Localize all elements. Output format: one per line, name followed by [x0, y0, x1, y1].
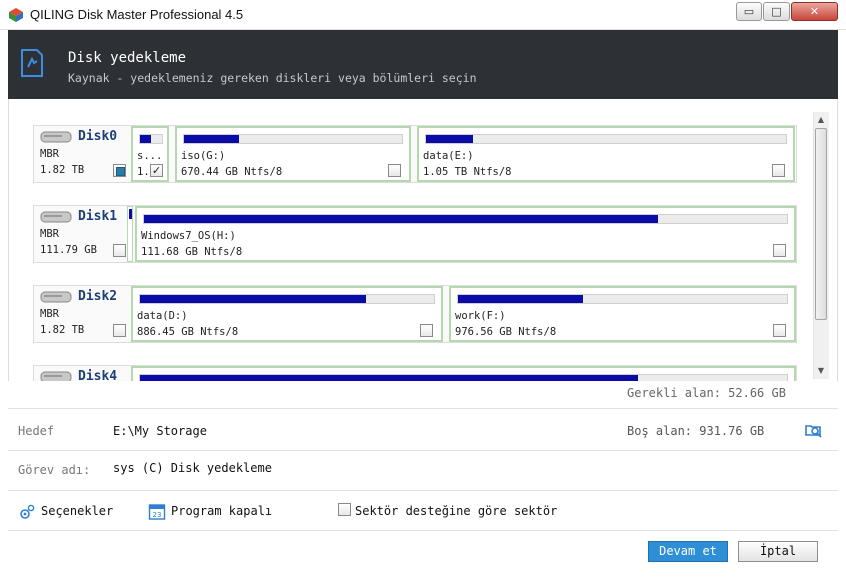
divider: [8, 490, 838, 491]
partition-name: data(E:): [423, 150, 474, 162]
usage-fill: [144, 215, 659, 223]
maximize-button[interactable]: □: [763, 2, 790, 21]
divider: [8, 408, 838, 409]
svg-text:23: 23: [153, 511, 162, 519]
usage-bar: [183, 134, 403, 144]
disk-row[interactable]: Disk0 MBR 1.82 TB s... 1. ✓ iso(G:) 670.…: [33, 125, 797, 183]
next-button[interactable]: Devam et: [648, 541, 728, 562]
hard-disk-icon: [40, 291, 72, 303]
partition-name: work(F:): [455, 310, 506, 322]
schedule-link[interactable]: Program kapalı: [171, 504, 272, 518]
disk-row[interactable]: Disk1 MBR 111.79 GB Windows7_OS(H:) 111.…: [33, 205, 797, 263]
task-name-input[interactable]: sys (C) Disk yedekleme: [113, 461, 272, 475]
browse-folder-icon[interactable]: [804, 421, 822, 439]
disk-info: Disk4: [34, 366, 129, 381]
disk-type: MBR: [40, 228, 59, 240]
partition-checkbox[interactable]: [773, 244, 786, 257]
disk-row[interactable]: Disk2 MBR 1.82 TB data(D:) 886.45 GB Ntf…: [33, 285, 797, 343]
disk-type: MBR: [40, 308, 59, 320]
usage-bar: [139, 294, 435, 304]
usage-fill: [140, 375, 639, 381]
partition-checkbox[interactable]: [420, 324, 433, 337]
partition-checkbox[interactable]: ✓: [150, 164, 163, 177]
usage-bar: [457, 294, 788, 304]
partition-block[interactable]: Windows7_OS(H:) 111.68 GB Ntfs/8: [135, 206, 796, 262]
partition-size: 670.44 GB Ntfs/8: [181, 166, 283, 178]
partition-size: 976.56 GB Ntfs/8: [455, 326, 557, 338]
partition-block[interactable]: [131, 366, 796, 381]
free-space: Boş alan: 931.76 GB: [627, 424, 765, 438]
usage-bar: [425, 134, 787, 144]
disk-info: Disk1 MBR 111.79 GB: [34, 206, 129, 262]
destination-path[interactable]: E:\My Storage: [113, 424, 207, 438]
scroll-down-icon[interactable]: ▼: [813, 364, 829, 378]
cancel-button[interactable]: İptal: [738, 541, 818, 562]
hard-disk-icon: [40, 211, 72, 223]
partition-name: data(D:): [137, 310, 188, 322]
disk-name: Disk2: [78, 289, 118, 304]
scroll-thumb[interactable]: [815, 128, 827, 320]
partition-name: Windows7_OS(H:): [141, 230, 236, 242]
hard-disk-icon: [40, 371, 72, 381]
disk-name: Disk0: [78, 129, 118, 144]
partition-size: 1.05 TB Ntfs/8: [423, 166, 512, 178]
partition-block[interactable]: [127, 206, 133, 262]
minimize-button[interactable]: ▭: [736, 2, 762, 21]
partition-checkbox[interactable]: [773, 324, 786, 337]
partition-size: 886.45 GB Ntfs/8: [137, 326, 239, 338]
partition-size: 111.68 GB Ntfs/8: [141, 246, 243, 258]
app-logo-icon: [9, 8, 23, 22]
disk-backup-icon: [21, 49, 43, 77]
options-link[interactable]: Seçenekler: [41, 504, 113, 518]
disk-name: Disk1: [78, 209, 118, 224]
disk-info: Disk0 MBR 1.82 TB: [34, 126, 129, 182]
disk-name: Disk4: [78, 369, 118, 381]
usage-fill: [184, 135, 239, 143]
window-title: QILING Disk Master Professional 4.5: [30, 7, 244, 22]
wizard-header: Disk yedekleme Kaynak - yedeklemeniz ger…: [8, 30, 838, 99]
partition-block[interactable]: work(F:) 976.56 GB Ntfs/8: [449, 286, 796, 342]
usage-bar: [139, 134, 163, 144]
calendar-icon[interactable]: 23: [148, 502, 166, 520]
page-subtitle: Kaynak - yedeklemeniz gereken diskleri v…: [68, 71, 477, 85]
usage-fill: [129, 209, 132, 219]
gear-icon[interactable]: [18, 503, 36, 521]
partition-checkbox[interactable]: [388, 164, 401, 177]
sector-checkbox[interactable]: [338, 503, 351, 516]
partition-name: s...: [137, 150, 163, 162]
disk-list[interactable]: Disk0 MBR 1.82 TB s... 1. ✓ iso(G:) 670.…: [8, 99, 838, 381]
disk-checkbox[interactable]: [113, 324, 126, 337]
hard-disk-icon: [40, 131, 72, 143]
partition-size: 1.: [137, 166, 150, 178]
sector-checkbox-label: Sektör desteğine göre sektör: [355, 504, 558, 518]
partition-block[interactable]: data(D:) 886.45 GB Ntfs/8: [131, 286, 443, 342]
divider: [8, 450, 838, 451]
close-button[interactable]: ✕: [791, 2, 838, 21]
usage-bar: [143, 214, 788, 224]
usage-fill: [140, 135, 151, 143]
partition-checkbox[interactable]: [772, 164, 785, 177]
disk-size: 1.82 TB: [40, 164, 85, 176]
partition-block[interactable]: iso(G:) 670.44 GB Ntfs/8: [175, 126, 411, 182]
destination-label: Hedef: [18, 424, 55, 438]
disk-info: Disk2 MBR 1.82 TB: [34, 286, 129, 342]
task-name-label: Görev adı:: [18, 463, 91, 477]
partition-name: iso(G:): [181, 150, 226, 162]
disk-size: 111.79 GB: [40, 244, 97, 256]
required-space: Gerekli alan: 52.66 GB: [627, 386, 786, 400]
usage-bar: [139, 374, 788, 381]
usage-fill: [458, 295, 584, 303]
disk-size: 1.82 TB: [40, 324, 85, 336]
usage-fill: [426, 135, 473, 143]
page-title: Disk yedekleme: [68, 50, 187, 66]
disk-row[interactable]: Disk4: [33, 365, 797, 381]
scroll-up-icon[interactable]: ▲: [813, 113, 829, 127]
divider: [8, 530, 838, 531]
disk-checkbox[interactable]: [113, 164, 126, 177]
usage-fill: [140, 295, 367, 303]
partition-block[interactable]: data(E:) 1.05 TB Ntfs/8: [417, 126, 795, 182]
disk-type: MBR: [40, 148, 59, 160]
disk-checkbox[interactable]: [113, 244, 126, 257]
partition-block[interactable]: s... 1. ✓: [131, 126, 169, 182]
